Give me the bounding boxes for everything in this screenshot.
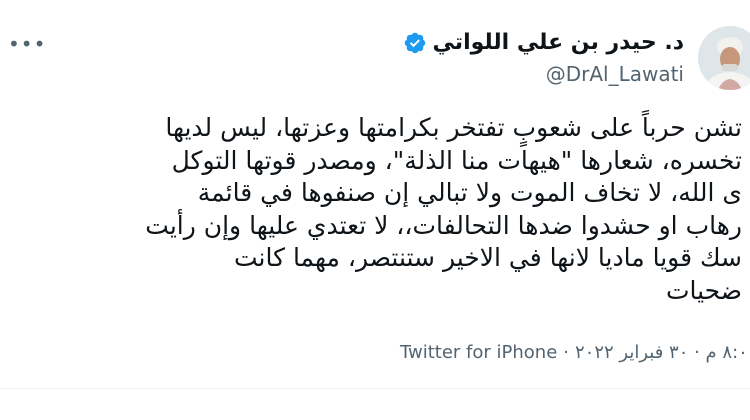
tweet-timestamp[interactable]: ٨:٠ م · ٣٠ فبراير ٢٠٢٢: [575, 342, 748, 363]
tweet-text-line: تشن حرباً على شعوبٍ تفتخر بكرامتها وعزته…: [165, 113, 742, 142]
tweet-header: ••• د. حيدر بن علي اللواتي @DrAl_Lawati: [0, 22, 750, 92]
tweet-metadata: Twitter for iPhone · ٨:٠ م · ٣٠ فبراير ٢…: [400, 342, 748, 363]
tweet-text-line: سك قويا ماديا لانها في الاخير ستنتصر، مه…: [233, 243, 742, 272]
author-handle[interactable]: @DrAl_Lawati: [546, 62, 684, 86]
author-name-row: د. حيدر بن علي اللواتي: [403, 30, 684, 55]
author-display-name[interactable]: د. حيدر بن علي اللواتي: [433, 30, 684, 55]
tweet-source-link[interactable]: Twitter for iPhone: [400, 342, 557, 363]
tweet-text-line: ضحيات: [665, 275, 742, 305]
divider: [0, 388, 750, 389]
tweet-text-line: تخسره، شعارها "هيهات منا الذلة"، ومصدر ق…: [171, 145, 742, 175]
tweet-text: تشن حرباً على شعوبٍ تفتخر بكرامتها وعزته…: [0, 112, 742, 307]
tweet-card: ••• د. حيدر بن علي اللواتي @DrAl_Lawati: [0, 0, 750, 420]
separator-dot: ·: [563, 342, 570, 363]
more-options-icon[interactable]: •••: [8, 32, 46, 56]
verified-badge-icon: [403, 31, 427, 55]
author-avatar[interactable]: [698, 26, 750, 90]
tweet-text-line: رهاب او حشدوا ضدها التحالفات،، لا تعتدي …: [145, 210, 742, 240]
tweet-text-line: ى الله، لا تخاف الموت ولا تبالي إن صنفوه…: [197, 178, 742, 207]
